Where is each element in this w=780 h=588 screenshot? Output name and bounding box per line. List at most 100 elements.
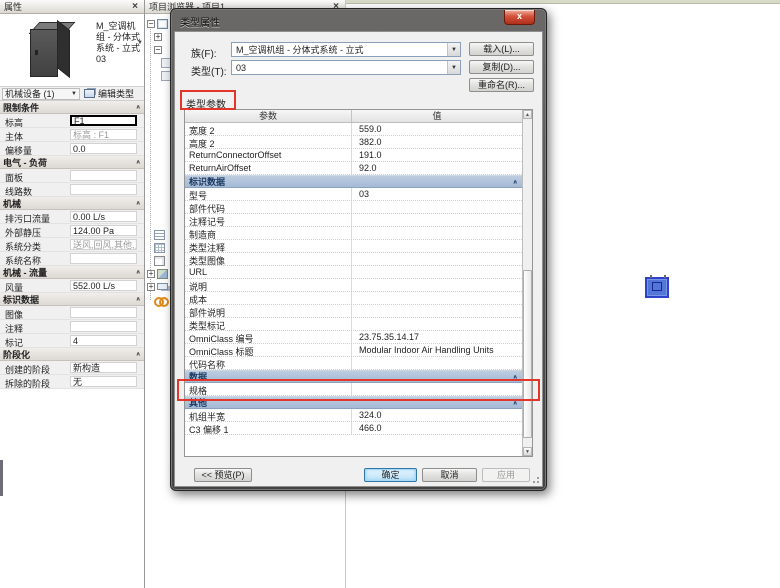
- scrollbar-thumb[interactable]: [523, 270, 532, 438]
- cancel-button[interactable]: 取消: [422, 468, 477, 482]
- collapse-icon[interactable]: ∧: [135, 159, 141, 165]
- param-value[interactable]: [352, 318, 522, 330]
- param-value[interactable]: [352, 292, 522, 304]
- param-value[interactable]: [352, 383, 522, 395]
- param-value[interactable]: [352, 357, 522, 369]
- close-icon[interactable]: ×: [130, 1, 140, 13]
- property-value[interactable]: 标高 : F1: [70, 129, 137, 140]
- param-group-header[interactable]: 标识数据∧: [185, 175, 522, 188]
- param-value[interactable]: 92.0: [352, 162, 522, 174]
- resize-grip[interactable]: [532, 476, 540, 484]
- property-value[interactable]: 送风,回风,其他,卫...: [70, 239, 137, 250]
- load-button[interactable]: 载入(L)...: [469, 42, 534, 56]
- param-value[interactable]: [352, 227, 522, 239]
- param-row: 类型图像: [185, 253, 522, 266]
- param-value[interactable]: [352, 253, 522, 265]
- property-group-header[interactable]: 机械 - 流量∧: [0, 266, 144, 279]
- param-value[interactable]: [352, 240, 522, 252]
- param-name: 类型标记: [185, 318, 352, 330]
- property-group-header[interactable]: 电气 - 负荷∧: [0, 156, 144, 169]
- param-value[interactable]: 23.75.35.14.17: [352, 331, 522, 343]
- tree-expander-icon[interactable]: +: [154, 33, 162, 41]
- selected-air-handling-unit[interactable]: [645, 277, 669, 298]
- collapse-icon[interactable]: ∧: [135, 296, 141, 302]
- chevron-down-icon[interactable]: ▼: [447, 43, 460, 56]
- param-group-header[interactable]: 数据∧: [185, 370, 522, 383]
- param-value[interactable]: [352, 305, 522, 317]
- chevron-down-icon[interactable]: ▼: [137, 40, 143, 46]
- ok-button[interactable]: 确定: [364, 468, 417, 482]
- collapse-icon[interactable]: ∧: [135, 104, 141, 110]
- param-row: 部件说明: [185, 305, 522, 318]
- property-value[interactable]: [70, 184, 137, 195]
- param-value[interactable]: 324.0: [352, 409, 522, 421]
- value-column-header: 值: [352, 110, 522, 122]
- property-value[interactable]: 552.00 L/s: [70, 280, 137, 291]
- param-row: 注释记号: [185, 214, 522, 227]
- property-group-label: 阶段化: [3, 348, 30, 361]
- property-group-header[interactable]: 标识数据∧: [0, 293, 144, 306]
- unit-inner-outline: [652, 282, 662, 291]
- property-value[interactable]: 0.0: [70, 143, 137, 154]
- property-group-header[interactable]: 阶段化 ∧: [0, 348, 144, 361]
- property-value[interactable]: 新构造: [70, 362, 137, 373]
- param-value[interactable]: 03: [352, 188, 522, 200]
- property-value[interactable]: 124.00 Pa: [70, 225, 137, 236]
- param-row: 类型注释: [185, 240, 522, 253]
- revit-workspace: { "icons": { "close": "×", "collapse": "…: [0, 0, 780, 588]
- param-value[interactable]: 191.0: [352, 149, 522, 161]
- property-value[interactable]: [70, 307, 137, 318]
- duplicate-button[interactable]: 复制(D)...: [469, 60, 534, 74]
- scroll-down-icon[interactable]: ▼: [523, 447, 532, 456]
- param-value[interactable]: [352, 279, 522, 291]
- collapse-icon[interactable]: ∧: [512, 373, 518, 379]
- collapse-icon[interactable]: ∧: [512, 399, 518, 405]
- preview-button[interactable]: << 预览(P): [194, 468, 252, 482]
- param-row: 机组半宽324.0: [185, 409, 522, 422]
- category-dropdown[interactable]: 机械设备 (1) ▼: [2, 88, 80, 100]
- collapse-icon[interactable]: ∧: [135, 269, 141, 275]
- property-label: 偏移量: [0, 142, 70, 155]
- property-row: 面板: [0, 169, 144, 183]
- property-group-header[interactable]: 机械∧: [0, 197, 144, 210]
- properties-titlebar[interactable]: 属性 ×: [0, 0, 144, 14]
- edit-type-icon: [84, 89, 95, 98]
- property-value[interactable]: [70, 321, 137, 332]
- tree-expander-icon[interactable]: −: [147, 20, 155, 28]
- param-value[interactable]: [352, 201, 522, 213]
- left-edge-panel-sliver: [0, 460, 3, 496]
- param-group-header[interactable]: 其他∧: [185, 396, 522, 409]
- property-value[interactable]: [70, 253, 137, 264]
- tree-expander-icon[interactable]: +: [147, 283, 155, 291]
- property-value[interactable]: 无: [70, 376, 137, 387]
- property-value[interactable]: 0.00 L/s: [70, 211, 137, 222]
- param-value[interactable]: [352, 214, 522, 226]
- family-dropdown[interactable]: M_空调机组 - 分体式系统 - 立式 ▼: [231, 42, 461, 57]
- tree-expander-icon[interactable]: +: [147, 270, 155, 278]
- type-selector[interactable]: M_空调机组 - 分体式系统 - 立式 03 ▼: [0, 14, 144, 87]
- collapse-icon[interactable]: ∧: [135, 351, 141, 357]
- param-value[interactable]: 559.0: [352, 123, 522, 135]
- type-params-rows: 宽度 2559.0高度 2382.0ReturnConnectorOffset1…: [185, 123, 522, 435]
- param-value[interactable]: [352, 266, 522, 278]
- dialog-close-button[interactable]: x: [504, 10, 535, 25]
- collapse-icon[interactable]: ∧: [135, 200, 141, 206]
- scroll-up-icon[interactable]: ▲: [523, 110, 532, 119]
- param-value[interactable]: 382.0: [352, 136, 522, 148]
- tree-expander-icon[interactable]: −: [154, 46, 162, 54]
- type-dropdown[interactable]: 03 ▼: [231, 60, 461, 75]
- property-value[interactable]: [70, 170, 137, 181]
- param-name: 代码名称: [185, 357, 352, 369]
- property-value[interactable]: F1: [70, 115, 137, 126]
- collapse-icon[interactable]: ∧: [512, 178, 518, 184]
- param-value[interactable]: 466.0: [352, 422, 522, 434]
- ribbon-bottom-strip: [346, 0, 780, 4]
- edit-type-button[interactable]: 编辑类型: [84, 87, 134, 100]
- property-row: 创建的阶段新构造: [0, 361, 144, 375]
- property-value[interactable]: 4: [70, 335, 137, 346]
- rename-button[interactable]: 重命名(R)...: [469, 78, 534, 92]
- table-scrollbar[interactable]: ▲ ▼: [522, 110, 532, 456]
- property-group-header[interactable]: 限制条件∧: [0, 101, 144, 114]
- chevron-down-icon[interactable]: ▼: [447, 61, 460, 74]
- param-value[interactable]: Modular Indoor Air Handling Units: [352, 344, 522, 356]
